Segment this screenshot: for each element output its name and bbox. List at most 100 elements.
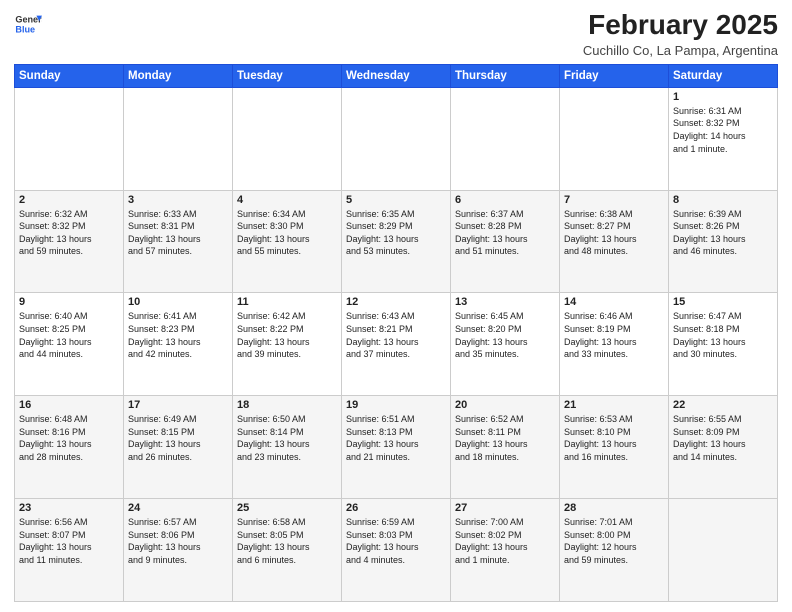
svg-text:Blue: Blue [15,24,35,34]
calendar-week-row: 1 Sunrise: 6:31 AM Sunset: 8:32 PM Daylig… [15,87,778,190]
page: General Blue February 2025 Cuchillo Co, … [0,0,792,612]
table-row: 27 Sunrise: 7:00 AM Sunset: 8:02 PM Dayli… [451,499,560,602]
day-info: Sunrise: 6:45 AM Sunset: 8:20 PM Dayligh… [455,310,555,360]
day-info: Sunrise: 6:33 AM Sunset: 8:31 PM Dayligh… [128,208,228,258]
day-number: 8 [673,194,773,206]
table-row: 16 Sunrise: 6:48 AM Sunset: 8:16 PM Dayli… [15,396,124,499]
day-info: Sunrise: 6:34 AM Sunset: 8:30 PM Dayligh… [237,208,337,258]
day-info: Sunrise: 6:59 AM Sunset: 8:03 PM Dayligh… [346,516,446,566]
col-friday: Friday [560,64,669,87]
table-row [233,87,342,190]
day-number: 16 [19,399,119,411]
table-row [124,87,233,190]
table-row: 14Sunrise: 6:46 AM Sunset: 8:19 PM Dayli… [560,293,669,396]
table-row: 8 Sunrise: 6:39 AM Sunset: 8:26 PM Daylig… [669,190,778,293]
table-row: 21 Sunrise: 6:53 AM Sunset: 8:10 PM Dayli… [560,396,669,499]
day-number: 13 [455,296,555,308]
table-row [669,499,778,602]
day-info: Sunrise: 6:31 AM Sunset: 8:32 PM Dayligh… [673,105,773,155]
day-number: 11 [237,296,337,308]
calendar-week-row: 23Sunrise: 6:56 AM Sunset: 8:07 PM Dayli… [15,499,778,602]
day-number: 21 [564,399,664,411]
col-wednesday: Wednesday [342,64,451,87]
table-row: 22 Sunrise: 6:55 AM Sunset: 8:09 PM Dayli… [669,396,778,499]
day-info: Sunrise: 6:48 AM Sunset: 8:16 PM Dayligh… [19,413,119,463]
calendar-header-row: Sunday Monday Tuesday Wednesday Thursday… [15,64,778,87]
day-info: Sunrise: 6:35 AM Sunset: 8:29 PM Dayligh… [346,208,446,258]
table-row: 20 Sunrise: 6:52 AM Sunset: 8:11 PM Dayli… [451,396,560,499]
day-number: 1 [673,91,773,103]
day-number: 17 [128,399,228,411]
table-row [451,87,560,190]
day-number: 26 [346,502,446,514]
day-number: 2 [19,194,119,206]
day-info: Sunrise: 6:57 AM Sunset: 8:06 PM Dayligh… [128,516,228,566]
day-number: 5 [346,194,446,206]
table-row: 13 Sunrise: 6:45 AM Sunset: 8:20 PM Dayli… [451,293,560,396]
col-sunday: Sunday [15,64,124,87]
table-row [560,87,669,190]
logo: General Blue [14,10,42,38]
header: General Blue February 2025 Cuchillo Co, … [14,10,778,58]
table-row [15,87,124,190]
day-info: Sunrise: 6:51 AM Sunset: 8:13 PM Dayligh… [346,413,446,463]
col-tuesday: Tuesday [233,64,342,87]
day-info: Sunrise: 6:55 AM Sunset: 8:09 PM Dayligh… [673,413,773,463]
month-year: February 2025 [583,10,778,41]
table-row: 12 Sunrise: 6:43 AM Sunset: 8:21 PM Dayli… [342,293,451,396]
calendar-week-row: 2 Sunrise: 6:32 AM Sunset: 8:32 PM Daylig… [15,190,778,293]
day-info: Sunrise: 6:40 AM Sunset: 8:25 PM Dayligh… [19,310,119,360]
table-row: 3 Sunrise: 6:33 AM Sunset: 8:31 PM Daylig… [124,190,233,293]
table-row: 23Sunrise: 6:56 AM Sunset: 8:07 PM Dayli… [15,499,124,602]
day-info: Sunrise: 7:01 AM Sunset: 8:00 PM Dayligh… [564,516,664,566]
day-number: 24 [128,502,228,514]
day-info: Sunrise: 6:47 AM Sunset: 8:18 PM Dayligh… [673,310,773,360]
table-row: 25 Sunrise: 6:58 AM Sunset: 8:05 PM Dayli… [233,499,342,602]
day-info: Sunrise: 6:43 AM Sunset: 8:21 PM Dayligh… [346,310,446,360]
table-row: 9 Sunrise: 6:40 AM Sunset: 8:25 PM Daylig… [15,293,124,396]
logo-icon: General Blue [14,10,42,38]
table-row: 10 Sunrise: 6:41 AM Sunset: 8:23 PM Dayli… [124,293,233,396]
day-number: 22 [673,399,773,411]
table-row [342,87,451,190]
day-number: 25 [237,502,337,514]
day-number: 10 [128,296,228,308]
table-row: 5 Sunrise: 6:35 AM Sunset: 8:29 PM Daylig… [342,190,451,293]
day-number: 27 [455,502,555,514]
table-row: 15Sunrise: 6:47 AM Sunset: 8:18 PM Dayli… [669,293,778,396]
day-number: 7 [564,194,664,206]
calendar-week-row: 16 Sunrise: 6:48 AM Sunset: 8:16 PM Dayli… [15,396,778,499]
day-number: 4 [237,194,337,206]
table-row: 2 Sunrise: 6:32 AM Sunset: 8:32 PM Daylig… [15,190,124,293]
day-number: 18 [237,399,337,411]
table-row: 26 Sunrise: 6:59 AM Sunset: 8:03 PM Dayli… [342,499,451,602]
table-row: 18 Sunrise: 6:50 AM Sunset: 8:14 PM Dayli… [233,396,342,499]
day-info: Sunrise: 6:32 AM Sunset: 8:32 PM Dayligh… [19,208,119,258]
table-row: 17Sunrise: 6:49 AM Sunset: 8:15 PM Dayli… [124,396,233,499]
day-number: 6 [455,194,555,206]
table-row: 19 Sunrise: 6:51 AM Sunset: 8:13 PM Dayli… [342,396,451,499]
col-saturday: Saturday [669,64,778,87]
day-number: 19 [346,399,446,411]
day-info: Sunrise: 6:41 AM Sunset: 8:23 PM Dayligh… [128,310,228,360]
day-info: Sunrise: 7:00 AM Sunset: 8:02 PM Dayligh… [455,516,555,566]
col-thursday: Thursday [451,64,560,87]
day-number: 9 [19,296,119,308]
day-number: 20 [455,399,555,411]
day-info: Sunrise: 6:52 AM Sunset: 8:11 PM Dayligh… [455,413,555,463]
table-row: 6Sunrise: 6:37 AM Sunset: 8:28 PM Daylig… [451,190,560,293]
day-info: Sunrise: 6:53 AM Sunset: 8:10 PM Dayligh… [564,413,664,463]
title-block: February 2025 Cuchillo Co, La Pampa, Arg… [583,10,778,58]
day-number: 12 [346,296,446,308]
day-info: Sunrise: 6:50 AM Sunset: 8:14 PM Dayligh… [237,413,337,463]
table-row: 28Sunrise: 7:01 AM Sunset: 8:00 PM Dayli… [560,499,669,602]
table-row: 24 Sunrise: 6:57 AM Sunset: 8:06 PM Dayli… [124,499,233,602]
col-monday: Monday [124,64,233,87]
day-info: Sunrise: 6:39 AM Sunset: 8:26 PM Dayligh… [673,208,773,258]
table-row: 11Sunrise: 6:42 AM Sunset: 8:22 PM Dayli… [233,293,342,396]
day-number: 23 [19,502,119,514]
day-number: 3 [128,194,228,206]
day-info: Sunrise: 6:58 AM Sunset: 8:05 PM Dayligh… [237,516,337,566]
day-info: Sunrise: 6:46 AM Sunset: 8:19 PM Dayligh… [564,310,664,360]
day-info: Sunrise: 6:38 AM Sunset: 8:27 PM Dayligh… [564,208,664,258]
